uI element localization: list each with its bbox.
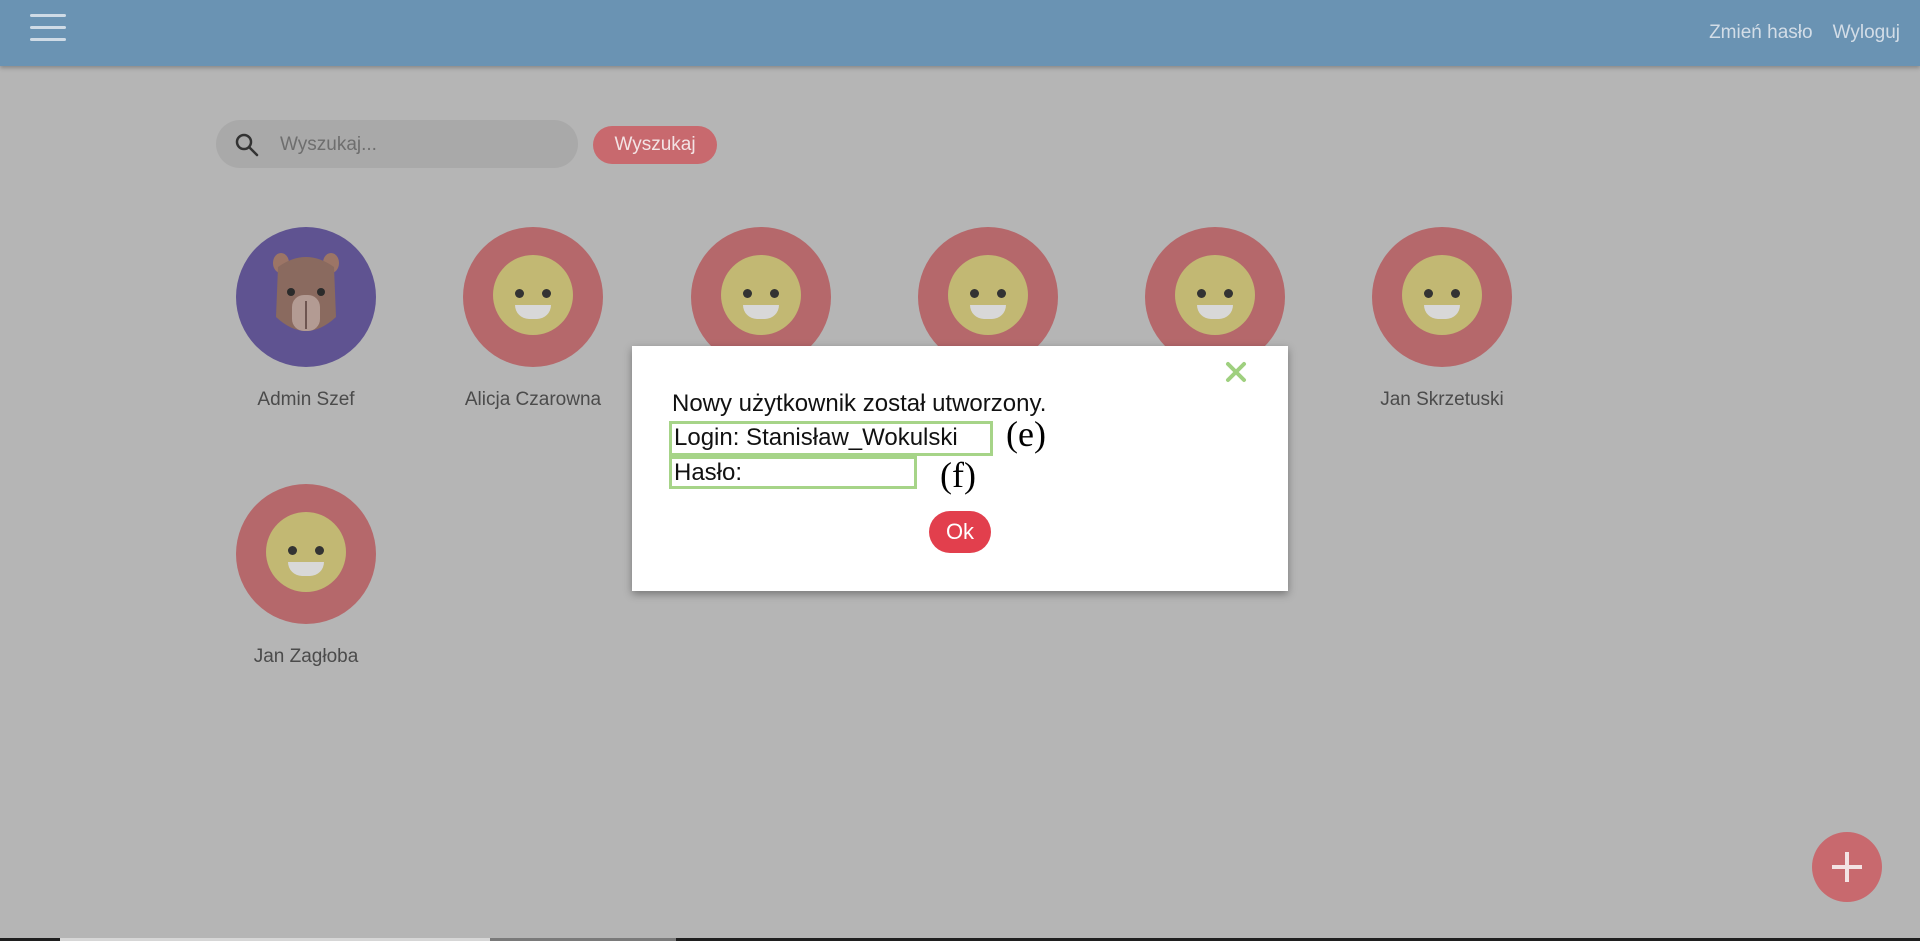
user-card-jan-skrzetuski[interactable]: Jan Skrzetuski [1342,227,1542,411]
smiley-icon [948,255,1028,335]
smiley-icon [1175,255,1255,335]
avatar [236,484,376,624]
close-icon[interactable] [1224,360,1248,384]
hamburger-menu-icon[interactable] [30,14,66,44]
change-password-link[interactable]: Zmień hasło [1709,22,1813,44]
smiley-icon [493,255,573,335]
avatar [463,227,603,367]
smiley-icon [721,255,801,335]
top-nav-links: Zmień hasło Wyloguj [1709,22,1900,44]
annotation-label: (e) [1006,414,1046,454]
avatar [1372,227,1512,367]
user-name: Alicja Czarowna [464,389,602,410]
user-card-alicja-czarowna[interactable]: Alicja Czarowna [433,227,633,411]
annotation-label: (f) [940,455,976,495]
smiley-icon [266,512,346,592]
smiley-icon [1402,255,1482,335]
top-navbar: Zmień hasło Wyloguj [0,0,1920,66]
password-info: Hasło: [669,456,917,489]
avatar [236,227,376,367]
user-card-jan-zagloba[interactable]: Jan Zagłoba [206,484,406,668]
user-name: Jan Skrzetuski [1380,389,1504,410]
add-user-button[interactable] [1812,832,1882,902]
user-name: Jan Zagłoba [253,646,359,667]
search-input[interactable] [278,130,562,160]
user-name: Admin Szef [257,389,355,410]
ok-button[interactable]: Ok [929,511,991,553]
user-created-dialog: Nowy użytkownik został utworzony. Login:… [632,346,1288,591]
capybara-icon [273,253,339,331]
search-icon [235,133,259,157]
dialog-message: Nowy użytkownik został utworzony. [672,390,1047,417]
user-card-admin-szef[interactable]: Admin Szef [206,227,406,411]
logout-link[interactable]: Wyloguj [1833,22,1900,44]
search-button[interactable]: Wyszukaj [593,126,717,164]
search-box [216,120,578,168]
login-info: Login: Stanisław_Wokulski [669,421,993,456]
